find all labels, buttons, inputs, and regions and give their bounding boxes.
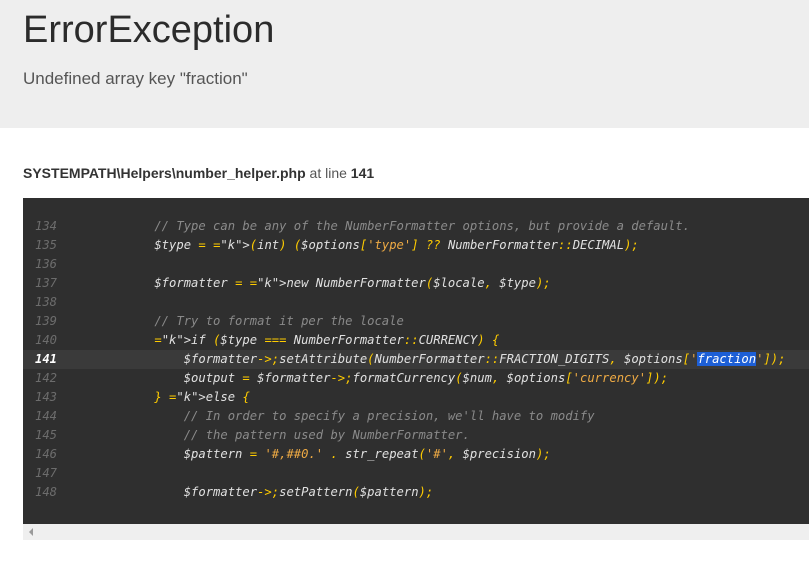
line-number: 134 — [35, 219, 58, 233]
line-source: // Type can be any of the NumberFormatte… — [125, 219, 690, 233]
code-line: 144 // In order to specify a precision, … — [23, 407, 809, 426]
line-number: 143 — [35, 390, 58, 404]
line-source: // In order to specify a precision, we'l… — [125, 409, 595, 423]
horizontal-scrollbar[interactable] — [23, 524, 809, 540]
line-number: 136 — [35, 257, 58, 271]
line-source: $formatter->;setAttribute(NumberFormatte… — [125, 352, 786, 366]
code-line: 138 — [23, 293, 809, 312]
line-source: ="k">if ($type === NumberFormatter::CURR… — [154, 333, 500, 347]
code-line: 139 // Try to format it per the locale — [23, 312, 809, 331]
file-path: SYSTEMPATH\Helpers\number_helper.php — [23, 165, 306, 181]
code-line: 136 — [23, 255, 809, 274]
line-number: 140 — [35, 333, 58, 347]
code-line: 140 ="k">if ($type === NumberFormatter::… — [23, 331, 809, 350]
code-lines: 134 // Type can be any of the NumberForm… — [23, 217, 809, 502]
line-number: 147 — [35, 466, 58, 480]
file-location: SYSTEMPATH\Helpers\number_helper.php at … — [23, 163, 374, 183]
line-number: 137 — [35, 276, 58, 290]
line-number: 146 — [35, 447, 58, 461]
line-number: 141 — [350, 165, 375, 181]
line-number: 144 — [35, 409, 58, 423]
code-line: 141 $formatter->;setAttribute(NumberForm… — [23, 350, 809, 369]
at-line-label: at line — [309, 165, 347, 181]
code-line: 135 $type = ="k">(int) ($options['type']… — [23, 236, 809, 255]
line-number: 135 — [35, 238, 58, 252]
code-line: 145 // the pattern used by NumberFormatt… — [23, 426, 809, 445]
code-line: 137 $formatter = ="k">new NumberFormatte… — [23, 274, 809, 293]
line-source: } ="k">else { — [154, 390, 250, 404]
line-number: 141 — [35, 352, 58, 366]
code-line: 143 } ="k">else { — [23, 388, 809, 407]
error-message: Undefined array key "fraction" — [23, 69, 248, 88]
line-number: 138 — [35, 295, 58, 309]
code-line: 147 — [23, 464, 809, 483]
error-title: ErrorException — [23, 9, 275, 51]
line-source: $pattern = '#,##0.' . str_repeat('#', $p… — [125, 447, 551, 461]
code-line: 142 $output = $formatter->;formatCurrenc… — [23, 369, 809, 388]
code-line: 148 $formatter->;setPattern($pattern); — [23, 483, 809, 502]
line-source: $output = $formatter->;formatCurrency($n… — [125, 371, 669, 385]
scroll-left-arrow-icon[interactable] — [29, 528, 33, 536]
line-number: 145 — [35, 428, 58, 442]
line-source: $formatter->;setPattern($pattern); — [125, 485, 434, 499]
code-line: 134 // Type can be any of the NumberForm… — [23, 217, 809, 236]
line-number: 142 — [35, 371, 58, 385]
code-line: 146 $pattern = '#,##0.' . str_repeat('#'… — [23, 445, 809, 464]
error-header: ErrorException Undefined array key "frac… — [0, 0, 809, 128]
line-source: $formatter = ="k">new NumberFormatter($l… — [125, 276, 551, 290]
line-number: 148 — [35, 485, 58, 499]
line-source: $type = ="k">(int) ($options['type'] ?? … — [125, 238, 639, 252]
line-source: // the pattern used by NumberFormatter. — [125, 428, 470, 442]
line-source: // Try to format it per the locale — [125, 314, 404, 328]
code-block: 134 // Type can be any of the NumberForm… — [23, 198, 809, 524]
line-number: 139 — [35, 314, 58, 328]
